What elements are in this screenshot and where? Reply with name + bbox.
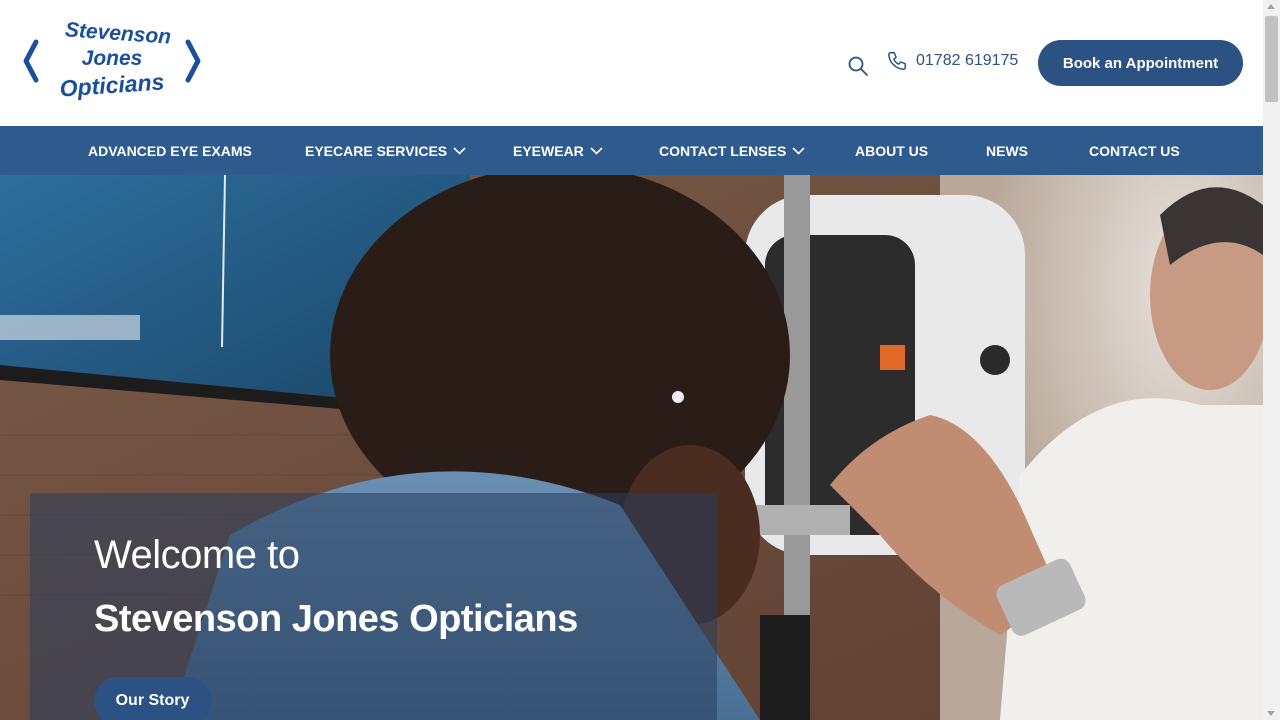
hero-welcome-text: Welcome to — [94, 533, 300, 577]
nav-item-label: EYEWEAR — [513, 142, 584, 159]
nav-item-label: EYECARE SERVICES — [305, 142, 448, 159]
site-logo[interactable]: Stevenson Jones Opticians — [22, 18, 202, 104]
phone-link[interactable]: 01782 619175 — [886, 50, 1018, 72]
nav-item-label: CONTACT US — [1089, 142, 1180, 159]
search-icon[interactable] — [847, 55, 869, 77]
nav-item-label: ABOUT US — [855, 142, 929, 159]
scrollbar-thumb[interactable] — [1265, 16, 1278, 102]
main-nav: ADVANCED EYE EXAMS EYECARE SERVICES EYEW… — [0, 126, 1263, 175]
chevron-down-icon — [453, 146, 466, 155]
phone-icon — [888, 52, 906, 70]
nav-item-eyecare-services[interactable]: EYECARE SERVICES — [305, 126, 466, 175]
hero-title: Stevenson Jones Opticians — [94, 598, 578, 640]
nav-item-label: ADVANCED EYE EXAMS — [88, 142, 252, 159]
nav-item-contact-lenses[interactable]: CONTACT LENSES — [659, 126, 805, 175]
nav-item-label: NEWS — [986, 142, 1028, 159]
scroll-down-arrow-icon[interactable] — [1267, 711, 1275, 716]
nav-item-eyewear[interactable]: EYEWEAR — [513, 126, 603, 175]
nav-item-advanced-eye-exams[interactable]: ADVANCED EYE EXAMS — [88, 126, 252, 175]
nav-item-label: CONTACT LENSES — [659, 142, 787, 159]
nav-item-contact-us[interactable]: CONTACT US — [1089, 126, 1180, 175]
nav-item-about-us[interactable]: ABOUT US — [855, 126, 928, 175]
chevron-down-icon — [590, 146, 603, 155]
scrollbar[interactable] — [1263, 0, 1280, 720]
nav-item-news[interactable]: NEWS — [986, 126, 1028, 175]
hero-section: Welcome to Stevenson Jones Opticians Our… — [0, 175, 1263, 720]
our-story-button[interactable]: Our Story — [94, 677, 211, 720]
scroll-up-arrow-icon[interactable] — [1267, 4, 1275, 9]
book-appointment-button[interactable]: Book an Appointment — [1038, 40, 1243, 86]
phone-number: 01782 619175 — [916, 52, 1019, 69]
chevron-down-icon — [792, 146, 805, 155]
site-header: Stevenson Jones Opticians 01782 619175 B… — [0, 0, 1263, 126]
